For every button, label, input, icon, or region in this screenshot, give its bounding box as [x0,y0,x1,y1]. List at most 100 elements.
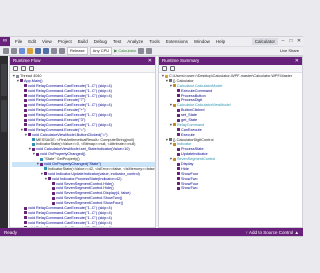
start-debugging-button[interactable]: ▶ Calculator [114,47,136,55]
method-icon [177,172,180,176]
runtime-summary-panel: Runtime Summary ✕ ▼ C:\Users\<user>\Deskt… [158,56,303,228]
undo-icon[interactable] [51,48,57,54]
runtime-flow-tree: ▼ Thread 4040 ▼ App.Main() void RelayCommand… [10,73,156,227]
back-icon[interactable] [3,48,9,54]
visual-studio-logo-icon: ∞ [0,37,10,46]
minimize-button[interactable]: – [279,37,287,46]
menu-analyze[interactable]: Analyze [124,37,146,46]
summary-row[interactable]: ShowTwo [161,186,302,191]
menu-extensions[interactable]: Extensions [163,37,191,46]
flow-row-text: void RelayCommand.Execute("7") [28,98,86,103]
menu-test[interactable]: Test [110,37,124,46]
summary-expand-icon[interactable] [162,66,167,71]
status-bar: Ready ↑ Add to Source Control ▲ [0,228,303,236]
add-to-source-control-button[interactable]: ↑ Add to Source Control ▲ [246,228,299,236]
summary-collapse-icon[interactable] [170,66,175,71]
maximize-button[interactable]: □ [287,37,295,46]
flow-row-text: void SevenSegmentControl.ShowFour() [56,201,124,206]
method-icon [44,172,47,176]
class-icon [173,84,176,88]
summary-row-text: ExecuteCommand [181,88,213,93]
summary-row-text: Display [181,162,194,167]
flow-row-text: void RelayCommand.Execute("=") [28,127,86,132]
class-icon [173,103,176,107]
runtime-summary-tools [159,65,302,73]
runtime-flow-panel: Runtime Flow ✕ ▼ Thread 4040 ▼ App.Main() vo… [9,56,156,228]
menu-view[interactable]: View [39,37,55,46]
summary-row-text: Calculator.CalculatorViewModel [177,103,231,108]
configuration-select[interactable]: Release [67,47,88,55]
namespace-icon [169,138,172,142]
flow-row-text: "State" GetProperty() [44,157,80,162]
forward-icon[interactable] [11,48,17,54]
menu-edit[interactable]: Edit [25,37,39,46]
vs-window: ∞ File Edit View Project Build Debug Tes… [0,36,303,237]
refresh-icon[interactable] [29,66,34,71]
menu-tools[interactable]: Tools [146,37,163,46]
flow-row-text: void RelayCommand.CanExecute("1..C") (sk… [28,103,112,108]
method-icon [28,133,31,137]
runtime-summary-title: Runtime Summary [162,58,200,63]
menu-window[interactable]: Window [191,37,213,46]
namespace-icon [169,79,172,83]
open-folder-icon[interactable] [27,48,33,54]
expand-all-icon[interactable] [13,66,18,71]
solution-title: Calculator [251,38,278,45]
runtime-summary-header: Runtime Summary ✕ [159,57,302,65]
method-icon [40,162,43,166]
flow-row-text: MESSAGE: <FirstArithmeticalResult> Compu… [36,137,135,142]
method-icon [177,177,180,181]
method-icon [48,177,51,181]
flow-row-text: void RelayCommand.Execute("3") [28,118,86,123]
save-all-icon[interactable] [43,48,49,54]
summary-row-text: Execute [181,132,195,137]
method-icon [177,94,180,98]
runtime-flow-close-icon[interactable]: ✕ [148,57,152,65]
collapse-all-icon[interactable] [21,66,26,71]
flow-row-text: void RelayCommand.CanExecute("1..C") (sk… [28,206,112,211]
folder-icon [165,74,168,78]
method-icon [52,186,55,190]
flow-row-text: IndicatorState(<Value>=42, <IsError>=fal… [48,166,156,171]
field-icon [40,157,43,161]
menu-help[interactable]: Help [213,37,228,46]
class-icon [173,157,176,161]
close-window-button[interactable]: ✕ [295,37,303,46]
class-icon [173,123,176,127]
menu-file[interactable]: File [12,37,25,46]
method-icon [177,128,180,132]
new-project-icon[interactable] [19,48,25,54]
toolbar-extra-icon-2[interactable] [146,48,153,54]
toolbox-tab[interactable] [1,100,7,132]
summary-row-text: {} Calculator [173,78,194,83]
method-icon [177,133,180,137]
redo-icon[interactable] [59,48,65,54]
save-icon[interactable] [35,48,41,54]
menu-project[interactable]: Project [55,37,75,46]
flow-row-text: void RelayCommand.CanExecute("1..C") (sk… [28,210,112,215]
flow-row-text: void SevenSegmentControl.Display(4, fals… [56,191,131,196]
method-icon [32,147,35,151]
flow-row-text: void CalculatorViewModel.set_StateIndica… [36,147,130,152]
flow-row-text: void RelayCommand.CanExecute("1..C") (sk… [28,113,112,118]
menu-debug[interactable]: Debug [91,37,110,46]
toolbar-extra-icon[interactable] [138,48,145,54]
method-icon [24,123,27,127]
platform-select[interactable]: Any CPU [89,47,113,55]
summary-row-text: ProcessButton [181,93,206,98]
method-icon [177,113,180,117]
summary-row-text: Hide [181,166,189,171]
menu-build[interactable]: Build [75,37,91,46]
runtime-summary-close-icon[interactable]: ✕ [295,57,299,65]
summary-row-text: CanExecute [181,127,202,132]
flow-row-text: void SevenSegmentControl.ShowTwo() [56,196,123,201]
flow-row-text: void RelayCommand.CanExecute("1..C") (sk… [28,93,112,98]
summary-row-text: ShowFour [181,181,199,186]
live-share-button[interactable]: Live Share [280,47,299,55]
method-icon [24,89,27,93]
method-icon [177,89,180,93]
flow-row-text: Thread 4040 [20,74,42,78]
server-explorer-tab[interactable] [1,64,7,96]
field-icon [32,138,35,142]
method-icon [177,186,180,190]
